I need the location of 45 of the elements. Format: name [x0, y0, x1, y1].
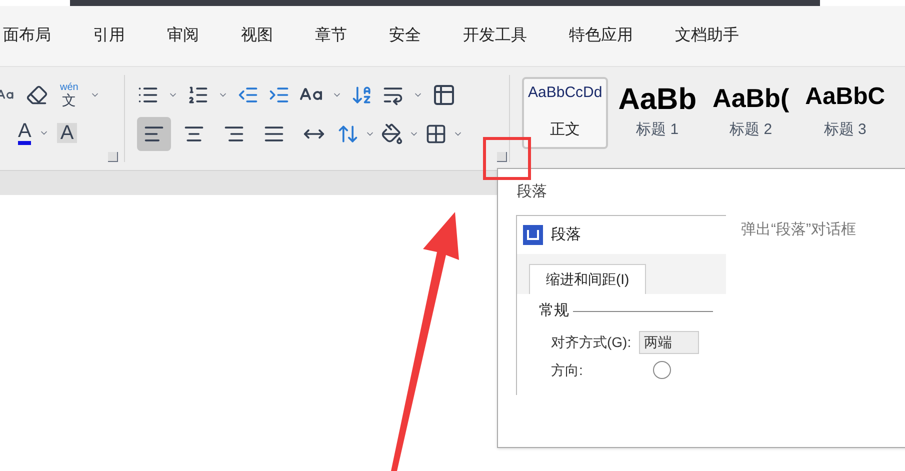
- dialog-tab[interactable]: 缩进和间距(I): [529, 264, 646, 294]
- dialog-launcher-icon[interactable]: [497, 152, 507, 162]
- style-name: 标题 1: [636, 120, 679, 140]
- menu-tab[interactable]: 安全: [389, 24, 421, 48]
- menu-tab[interactable]: 审阅: [167, 24, 199, 48]
- app-logo-icon: [523, 225, 543, 245]
- menu-tab[interactable]: 面布局: [3, 24, 51, 48]
- style-preview: AaBb(: [712, 85, 790, 111]
- style-preview: AaBbC: [805, 85, 886, 109]
- phonetic-guide-button[interactable]: wén 文: [60, 83, 78, 107]
- tooltip-title: 段落: [517, 182, 547, 202]
- borders-icon[interactable]: [425, 123, 447, 145]
- menu-tab[interactable]: 视图: [241, 24, 273, 48]
- dialog-launcher-icon[interactable]: [108, 152, 118, 162]
- menu-tab[interactable]: 文档助手: [675, 24, 739, 48]
- highlight-rectangle: [483, 137, 531, 180]
- style-preset[interactable]: AaBb 标题 1: [612, 77, 703, 149]
- style-name: 正文: [550, 120, 580, 140]
- font-color-button[interactable]: A: [18, 121, 32, 145]
- menu-tab[interactable]: 引用: [93, 24, 125, 48]
- direction-label: 方向:: [551, 360, 583, 380]
- line-spacing-icon[interactable]: [337, 123, 359, 145]
- style-preview: AaBbCcDd: [528, 85, 602, 100]
- dialog-title: 段落: [551, 224, 581, 245]
- section-heading: 常规: [539, 301, 569, 321]
- paint-bucket-icon[interactable]: [381, 123, 403, 145]
- menu-tab[interactable]: 开发工具: [463, 24, 527, 48]
- style-preset[interactable]: AaBb( 标题 2: [706, 77, 796, 149]
- menu-tab[interactable]: 特色应用: [569, 24, 633, 48]
- align-left-button[interactable]: [137, 117, 171, 151]
- style-preset[interactable]: AaBbCcDd 正文: [522, 77, 608, 149]
- eraser-icon[interactable]: [26, 84, 48, 106]
- character-shading-button[interactable]: A: [57, 123, 77, 143]
- tooltip-description: 弹出“段落”对话框: [741, 220, 856, 240]
- style-preset[interactable]: AaBbC 标题 3: [799, 77, 892, 149]
- style-name: 标题 2: [730, 120, 772, 140]
- numbered-list-icon[interactable]: [187, 84, 209, 106]
- sort-icon[interactable]: [351, 84, 373, 106]
- menu-tab[interactable]: 章节: [315, 24, 347, 48]
- alignment-dropdown[interactable]: 两端: [639, 330, 700, 354]
- alignment-label: 对齐方式(G):: [551, 332, 632, 352]
- style-preview: AaBb: [618, 85, 697, 115]
- radio-button[interactable]: [652, 361, 671, 379]
- table-icon[interactable]: [432, 83, 456, 107]
- style-name: 标题 3: [824, 120, 866, 140]
